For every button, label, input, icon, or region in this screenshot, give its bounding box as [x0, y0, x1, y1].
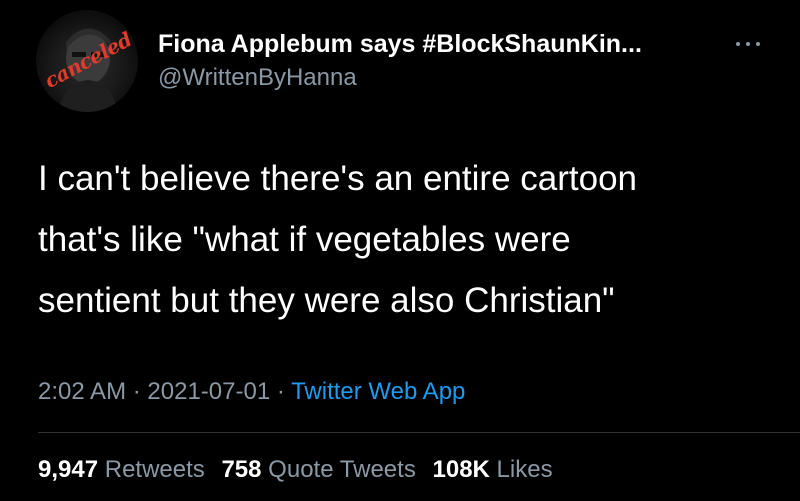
divider [38, 432, 800, 433]
tweet-date[interactable]: 2021-07-01 [147, 378, 270, 405]
tweet-card: canceled Fiona Applebum says #BlockShaun… [0, 0, 800, 501]
likes-stat[interactable]: 108K Likes [433, 456, 553, 483]
retweets-label: Retweets [104, 456, 205, 483]
tweet-metadata: 2:02 AM · 2021-07-01 · Twitter Web App [38, 378, 465, 406]
quote-tweets-count: 758 [221, 456, 262, 483]
meta-separator: · [132, 378, 141, 405]
tweet-text-line: sentient but they were also Christian" [38, 281, 615, 320]
tweet-source-link[interactable]: Twitter Web App [291, 378, 465, 405]
meta-separator: · [276, 378, 285, 405]
more-options-button[interactable] [733, 34, 763, 54]
retweets-stat[interactable]: 9,947 Retweets [38, 456, 211, 483]
more-horizontal-icon [736, 42, 740, 46]
tweet-time[interactable]: 2:02 AM [38, 378, 126, 405]
more-horizontal-icon-dot [756, 42, 760, 46]
user-handle[interactable]: @WrittenByHanna [158, 64, 357, 92]
likes-count: 108K [432, 456, 490, 483]
likes-label: Likes [496, 456, 553, 483]
more-horizontal-icon-dot [746, 42, 750, 46]
retweets-count: 9,947 [38, 456, 99, 483]
tweet-stats: 9,947 Retweets 758 Quote Tweets 108K Lik… [38, 456, 563, 484]
quote-tweets-label: Quote Tweets [268, 456, 416, 483]
display-name[interactable]: Fiona Applebum says #BlockShaunKin... [158, 30, 642, 59]
tweet-text-line: I can't believe there's an entire cartoo… [38, 159, 637, 198]
tweet-text: I can't believe there's an entire cartoo… [38, 148, 778, 331]
avatar[interactable]: canceled [36, 10, 138, 112]
tweet-text-line: that's like "what if vegetables were [38, 220, 571, 259]
quote-tweets-stat[interactable]: 758 Quote Tweets [221, 456, 422, 483]
